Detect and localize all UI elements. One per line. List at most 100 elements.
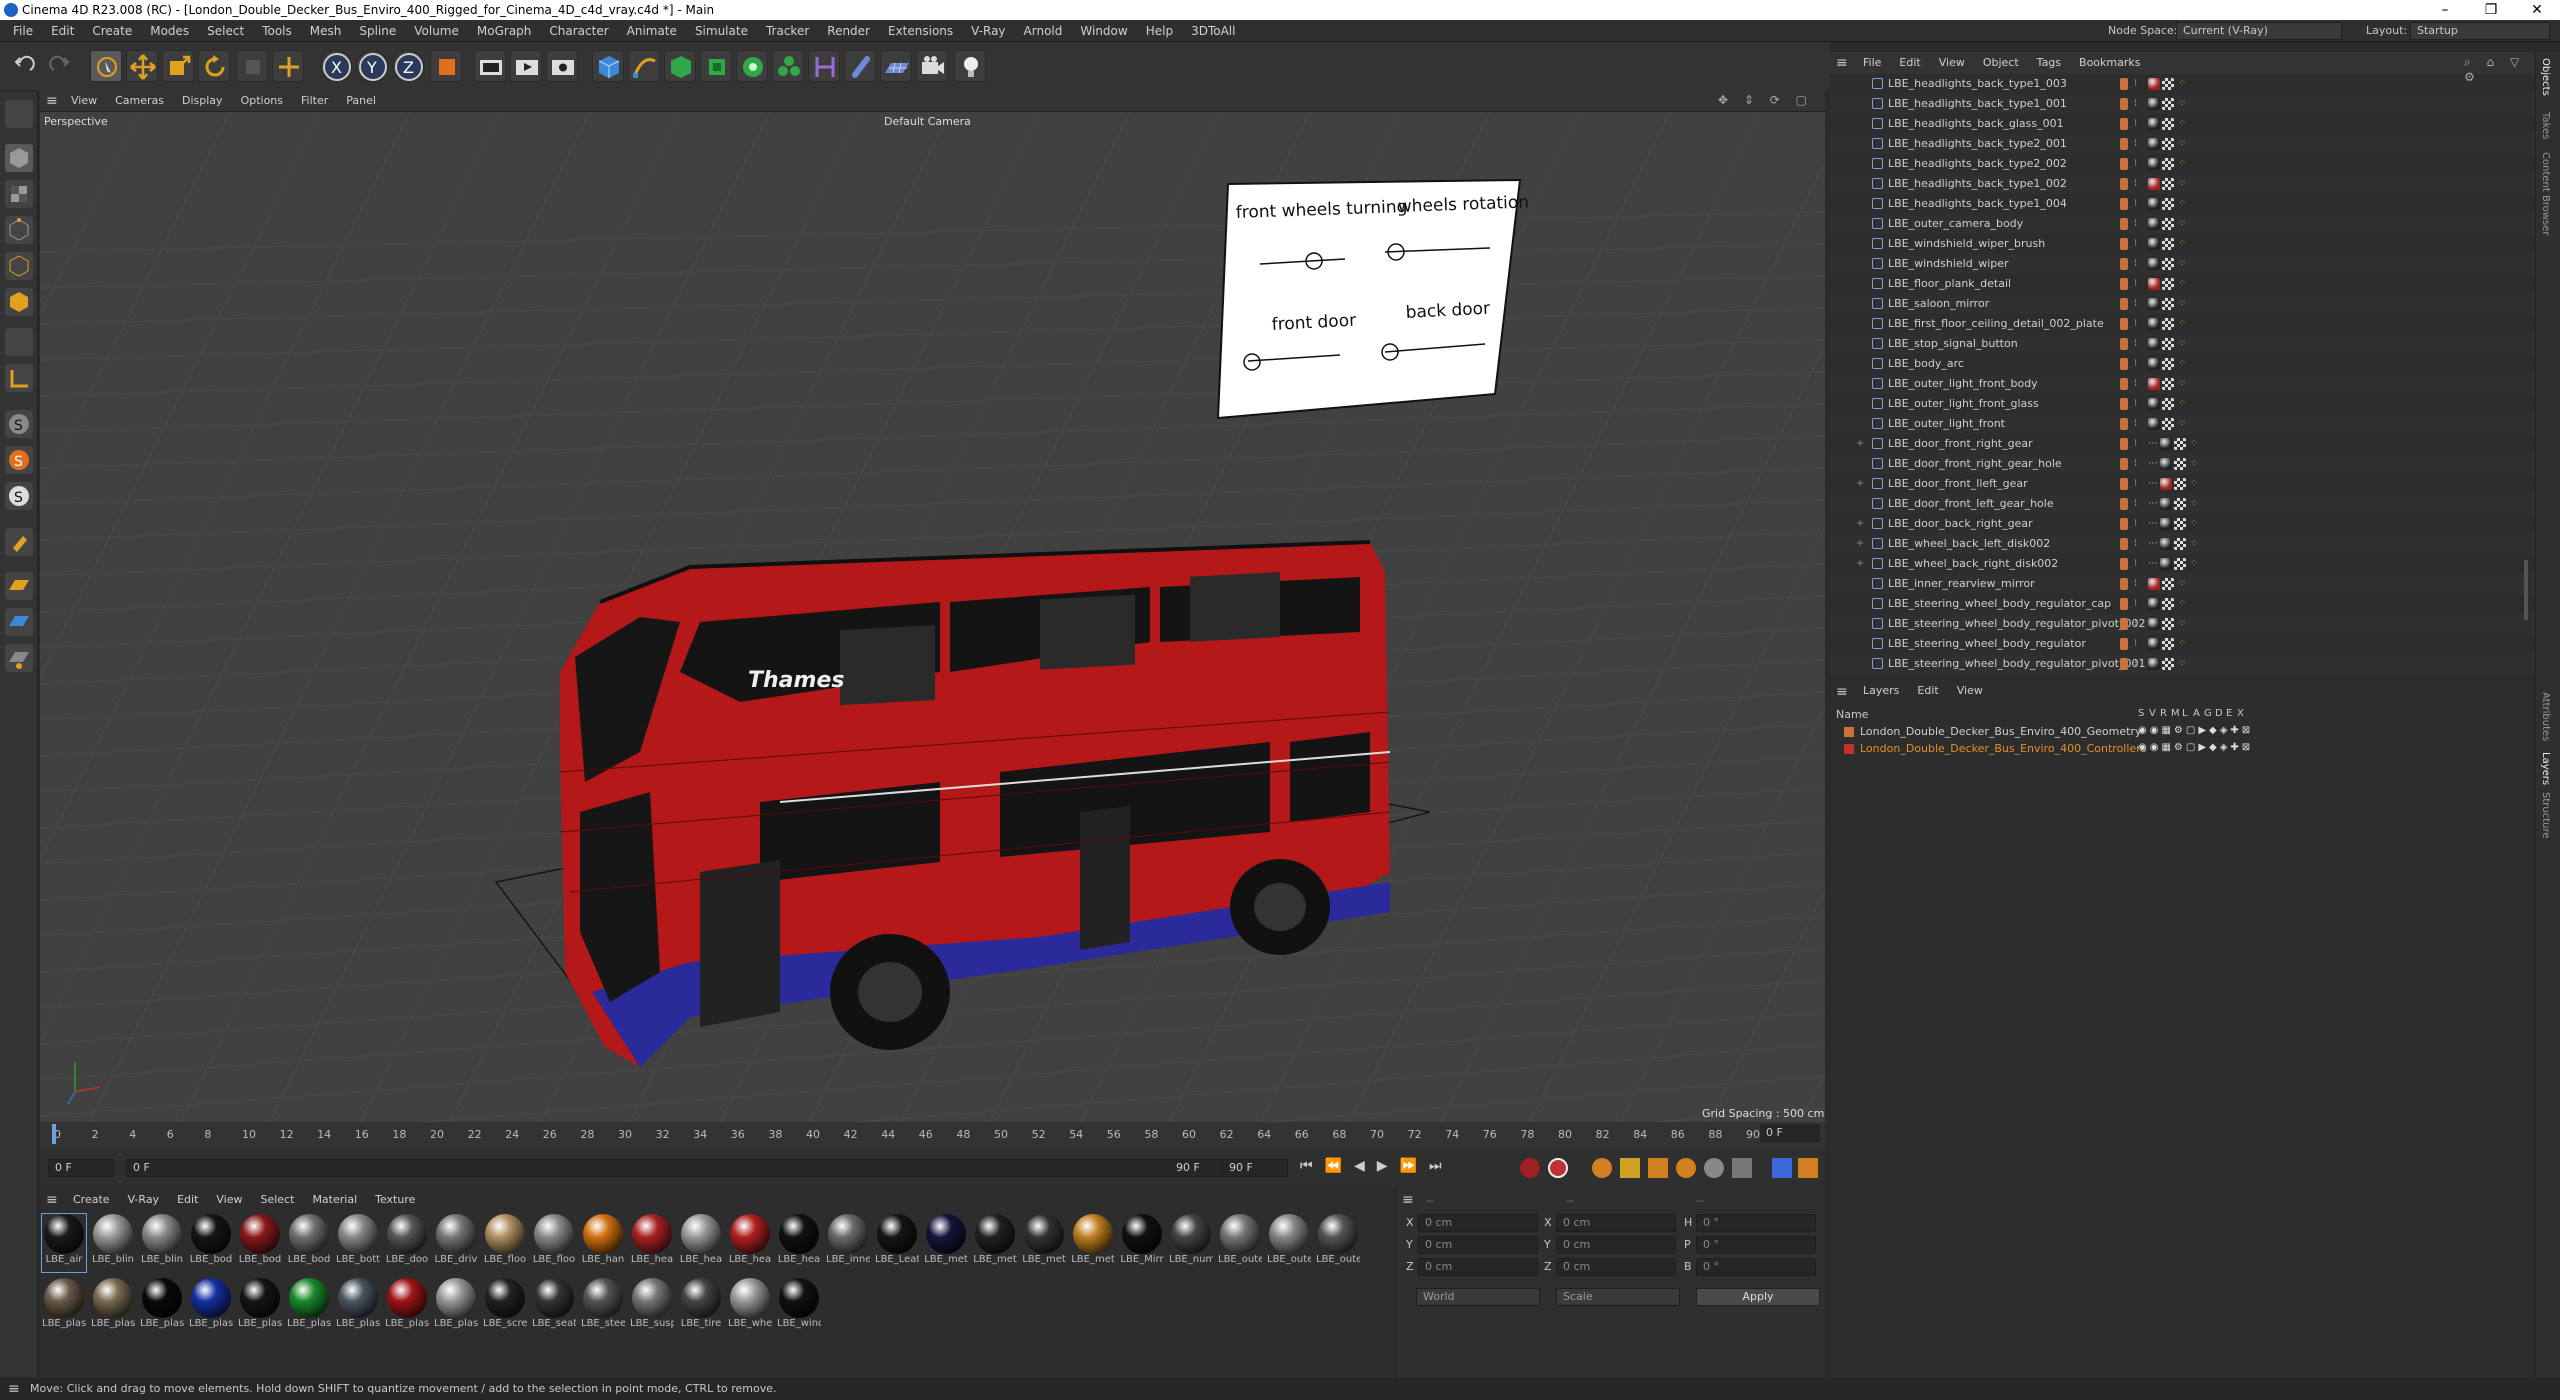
expand-icon[interactable]: +	[1856, 554, 1864, 574]
object-row[interactable]: LBE_headlights_back_type2_002 ⁝ ⁘	[1830, 154, 2535, 174]
uv-tag-icon[interactable]	[2162, 218, 2174, 230]
y-axis-icon[interactable]: Y	[356, 50, 388, 82]
material-menu-texture[interactable]: Texture	[366, 1188, 424, 1212]
material-swatch[interactable]: LBE_met	[1022, 1214, 1066, 1272]
timeline-tool-icon[interactable]	[5, 644, 33, 672]
viewport-menu-cameras[interactable]: Cameras	[106, 90, 173, 112]
layer-row[interactable]: London_Double_Decker_Bus_Enviro_400_Cont…	[1830, 741, 2535, 758]
menu-tracker[interactable]: Tracker	[757, 20, 818, 42]
layer-color-tag[interactable]	[2120, 578, 2128, 590]
points-mode-icon[interactable]	[5, 216, 33, 244]
visibility-dots-icon[interactable]: ⁝	[2134, 274, 2137, 294]
layer-color-tag[interactable]	[2120, 378, 2128, 390]
menu-edit[interactable]: Edit	[42, 20, 83, 42]
uv-tag-icon[interactable]	[2162, 398, 2174, 410]
workplane-icon[interactable]	[5, 364, 33, 392]
layer-row[interactable]: London_Double_Decker_Bus_Enviro_400_Geom…	[1830, 724, 2535, 741]
material-tag-icon[interactable]	[2148, 258, 2160, 270]
xpresso-tag-icon[interactable]: ⋯	[2148, 434, 2158, 454]
tag-dots-icon[interactable]: ⁘	[2178, 174, 2186, 194]
material-tag-icon[interactable]	[2160, 478, 2172, 490]
playback-controls[interactable]: ⏮⏪◀▶⏩⏭	[1300, 1158, 1454, 1174]
scale-key-icon[interactable]	[1648, 1158, 1668, 1178]
layer-color-tag[interactable]	[2120, 478, 2128, 490]
tag-dots-icon[interactable]: ⁘	[2190, 454, 2198, 474]
layer-color-tag[interactable]	[2120, 358, 2128, 370]
expand-icon[interactable]: +	[1856, 434, 1864, 454]
tag-dots-icon[interactable]: ⁘	[2178, 154, 2186, 174]
object-row[interactable]: LBE_outer_light_front ⁝ ⁘	[1830, 414, 2535, 434]
material-tag-icon[interactable]	[2148, 158, 2160, 170]
menu-mograph[interactable]: MoGraph	[468, 20, 541, 42]
uv-tag-icon[interactable]	[2174, 498, 2186, 510]
object-menu-file[interactable]: File	[1854, 52, 1890, 74]
tag-dots-icon[interactable]: ⁘	[2190, 514, 2198, 534]
layer-name[interactable]: London_Double_Decker_Bus_Enviro_400_Cont…	[1860, 742, 2146, 755]
layer-color-tag[interactable]	[2120, 318, 2128, 330]
menu-render[interactable]: Render	[818, 20, 879, 42]
coord-value-field[interactable]: 0 cm	[1418, 1214, 1538, 1232]
material-swatch[interactable]: LBE_Mirr	[1120, 1214, 1164, 1272]
pla-key-icon[interactable]	[1732, 1158, 1752, 1178]
layer-color-tag[interactable]	[2120, 178, 2128, 190]
material-swatch[interactable]: LBE_driv	[434, 1214, 478, 1272]
expand-icon[interactable]: +	[1856, 514, 1864, 534]
object-row[interactable]: LBE_first_floor_ceiling_detail_002_plate…	[1830, 314, 2535, 334]
uv-tag-icon[interactable]	[2162, 358, 2174, 370]
material-swatch[interactable]: LBE_hea	[777, 1214, 821, 1272]
visibility-dots-icon[interactable]: ⁝	[2134, 154, 2137, 174]
material-tag-icon[interactable]	[2160, 518, 2172, 530]
material-menu-v-ray[interactable]: V-Ray	[119, 1188, 169, 1212]
material-swatch[interactable]: LBE_bod	[287, 1214, 331, 1272]
current-frame-field[interactable]: 0 F	[48, 1159, 114, 1177]
material-swatch[interactable]: LBE_plas	[189, 1278, 233, 1336]
layer-menu-edit[interactable]: Edit	[1908, 680, 1947, 702]
texture-mode-icon[interactable]	[5, 180, 33, 208]
material-tag-icon[interactable]	[2148, 138, 2160, 150]
maximize-icon[interactable]: ❐	[2468, 0, 2514, 20]
visibility-dots-icon[interactable]: ⁝	[2134, 574, 2137, 594]
layer-color-tag[interactable]	[2120, 238, 2128, 250]
material-menu-view[interactable]: View	[207, 1188, 251, 1212]
object-row[interactable]: LBE_steering_wheel_body_regulator ⁝ ⁘	[1830, 634, 2535, 654]
side-tab-content-browser[interactable]: Content Browser	[2540, 152, 2551, 235]
visibility-dots-icon[interactable]: ⁝	[2134, 214, 2137, 234]
undo-icon[interactable]	[8, 50, 40, 82]
object-row[interactable]: LBE_outer_light_front_glass ⁝ ⁘	[1830, 394, 2535, 414]
object-row[interactable]: + LBE_wheel_back_right_disk002 ⁝ ⋯ ⁘	[1830, 554, 2535, 574]
3d-viewport[interactable]: Thames front wheels turning wheels rotat…	[40, 112, 1825, 1122]
layer-color-tag[interactable]	[2120, 458, 2128, 470]
material-tag-icon[interactable]	[2148, 78, 2160, 90]
uv-tag-icon[interactable]	[2162, 418, 2174, 430]
move-tool-icon[interactable]	[126, 50, 158, 82]
layer-color-swatch[interactable]	[1844, 727, 1854, 737]
material-swatch[interactable]: LBE_hea	[630, 1214, 674, 1272]
hamburger-menu-icon[interactable]: ≡	[1402, 1192, 1414, 1208]
object-scrollbar[interactable]	[2524, 560, 2528, 620]
material-tag-icon[interactable]	[2148, 418, 2160, 430]
hamburger-menu-icon[interactable]: ≡	[46, 1192, 58, 1208]
layer-color-tag[interactable]	[2120, 558, 2128, 570]
object-row[interactable]: LBE_body_arc ⁝ ⁘	[1830, 354, 2535, 374]
material-swatch[interactable]: LBE_num	[1169, 1214, 1213, 1272]
uv-tag-icon[interactable]	[2174, 558, 2186, 570]
end-frame-field[interactable]: 90 F	[1222, 1159, 1288, 1177]
camera-icon[interactable]	[916, 50, 948, 82]
coord-value-field[interactable]: 0 °	[1696, 1214, 1816, 1232]
nodespace-select[interactable]: Current (V-Ray)	[2176, 22, 2342, 40]
menu-tools[interactable]: Tools	[253, 20, 301, 42]
menu-3dtoall[interactable]: 3DToAll	[1182, 20, 1244, 42]
material-swatch[interactable]: LBE_met	[924, 1214, 968, 1272]
material-swatch[interactable]: LBE_floo	[532, 1214, 576, 1272]
material-swatch[interactable]: LBE_blin	[140, 1214, 184, 1272]
layer-color-tag[interactable]	[2120, 438, 2128, 450]
material-swatch[interactable]: LBE_met	[1071, 1214, 1115, 1272]
menu-v-ray[interactable]: V-Ray	[962, 20, 1014, 42]
menu-mesh[interactable]: Mesh	[301, 20, 351, 42]
tag-dots-icon[interactable]: ⁘	[2190, 434, 2198, 454]
cube-primitive-icon[interactable]	[592, 50, 624, 82]
layer-color-tag[interactable]	[2120, 338, 2128, 350]
expand-icon[interactable]: +	[1856, 474, 1864, 494]
tag-dots-icon[interactable]: ⁘	[2178, 274, 2186, 294]
coord-value-field[interactable]: 0 cm	[1418, 1236, 1538, 1254]
